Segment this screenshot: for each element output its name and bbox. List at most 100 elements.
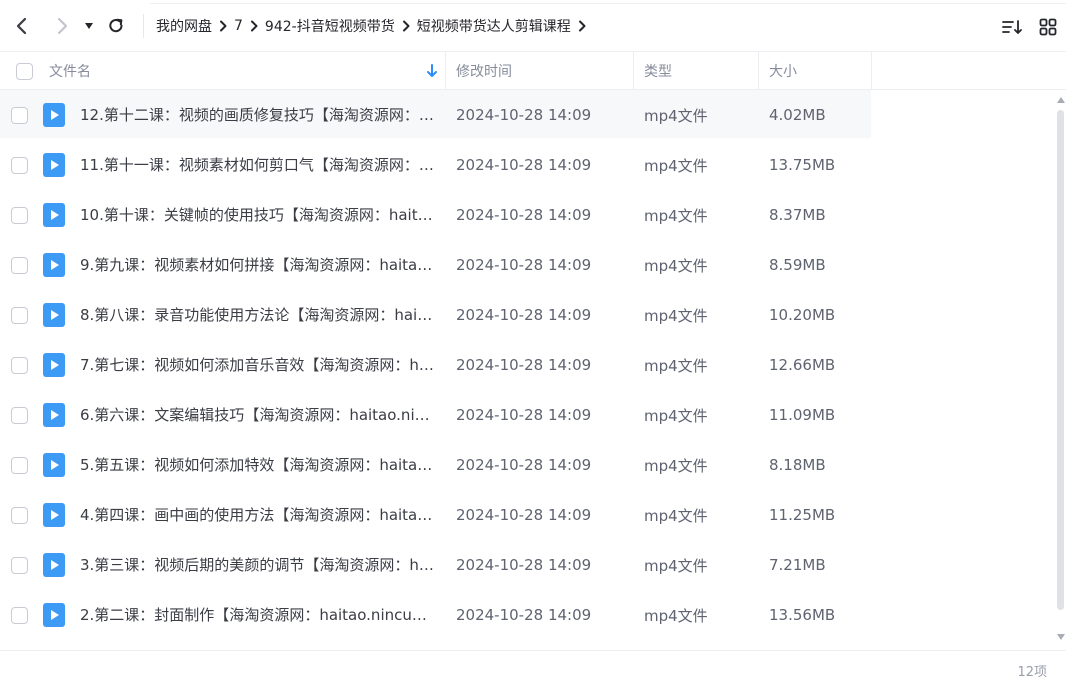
file-name[interactable]: 7.第七课：视频如何添加音乐音效【海淘资源网：haitao.nincuo <box>80 340 435 390</box>
file-name[interactable]: 6.第六课：文案编辑技巧【海淘资源网：haitao.nincuo.com】 <box>80 390 435 440</box>
file-name[interactable]: 9.第九课：视频素材如何拼接【海淘资源网：haitao.nincuo <box>80 240 435 290</box>
file-size: 11.09MB <box>769 406 836 424</box>
row-checkbox[interactable] <box>11 456 28 474</box>
grid-view-button[interactable] <box>1037 16 1059 38</box>
file-row[interactable]: 10.第十课：关键帧的使用技巧【海淘资源网：haitao.nincuo 2024… <box>0 190 1056 240</box>
column-header-type-label: 类型 <box>644 64 672 80</box>
video-file-icon <box>43 253 65 277</box>
row-checkbox[interactable] <box>11 406 28 424</box>
file-name[interactable]: 2.第二课：封面制作【海淘资源网：haitao.nincuo.com】 <box>80 590 435 640</box>
row-checkbox[interactable] <box>11 556 28 574</box>
file-row[interactable]: 5.第五课：视频如何添加特效【海淘资源网：haitao.nincuo 2024-… <box>0 440 1056 490</box>
row-checkbox[interactable] <box>11 506 28 524</box>
column-header-size-label: 大小 <box>769 64 797 80</box>
file-size: 13.75MB <box>769 156 836 174</box>
column-header-name[interactable]: 文件名 <box>49 52 445 90</box>
scroll-up-arrow-icon[interactable] <box>1057 96 1065 104</box>
file-modified-time: 2024-10-28 14:09 <box>456 456 592 474</box>
file-row[interactable]: 6.第六课：文案编辑技巧【海淘资源网：haitao.nincuo.com】 20… <box>0 390 1056 440</box>
file-type: mp4文件 <box>644 506 708 525</box>
file-row[interactable]: 2.第二课：封面制作【海淘资源网：haitao.nincuo.com】 2024… <box>0 590 1056 640</box>
file-modified-time: 2024-10-28 14:09 <box>456 256 592 274</box>
file-row[interactable]: 8.第八课：录音功能使用方法论【海淘资源网：haitao.nincuo 2024… <box>0 290 1056 340</box>
file-modified-time: 2024-10-28 14:09 <box>456 106 592 124</box>
breadcrumb-item-root[interactable]: 我的网盘 <box>156 16 212 36</box>
item-count: 12项 <box>1017 665 1047 680</box>
forward-button[interactable] <box>50 14 74 38</box>
sort-icon <box>1002 20 1022 34</box>
scrollbar-thumb[interactable] <box>1057 110 1064 610</box>
column-divider[interactable] <box>445 52 446 90</box>
breadcrumb-separator-icon <box>243 20 265 32</box>
row-checkbox[interactable] <box>11 106 28 124</box>
row-checkbox[interactable] <box>11 606 28 624</box>
file-row[interactable]: 3.第三课：视频后期的美颜的调节【海淘资源网：haitao.nincuo 202… <box>0 540 1056 590</box>
toolbar-top-divider <box>150 3 1066 4</box>
file-type: mp4文件 <box>644 206 708 225</box>
row-checkbox[interactable] <box>11 156 28 174</box>
file-name[interactable]: 8.第八课：录音功能使用方法论【海淘资源网：haitao.nincuo <box>80 290 435 340</box>
scroll-down-arrow-icon[interactable] <box>1057 633 1065 641</box>
file-modified-time: 2024-10-28 14:09 <box>456 356 592 374</box>
back-button[interactable] <box>10 14 34 38</box>
sort-descending-icon[interactable] <box>426 64 438 78</box>
file-name[interactable]: 5.第五课：视频如何添加特效【海淘资源网：haitao.nincuo <box>80 440 435 490</box>
column-divider[interactable] <box>633 52 634 90</box>
video-file-icon <box>43 403 65 427</box>
column-divider[interactable] <box>758 52 759 90</box>
sort-button[interactable] <box>1001 16 1023 38</box>
file-type: mp4文件 <box>644 456 708 475</box>
row-checkbox[interactable] <box>11 306 28 324</box>
column-divider[interactable] <box>871 52 872 90</box>
column-header-type[interactable]: 类型 <box>644 52 672 90</box>
row-checkbox[interactable] <box>11 256 28 274</box>
file-type: mp4文件 <box>644 256 708 275</box>
select-all-checkbox[interactable] <box>16 62 33 80</box>
column-header-size[interactable]: 大小 <box>769 52 797 90</box>
file-type: mp4文件 <box>644 156 708 175</box>
video-file-icon <box>43 103 65 127</box>
file-row[interactable]: 11.第十一课：视频素材如何剪口气【海淘资源网：haitao.ninc 2024… <box>0 140 1056 190</box>
caret-down-icon <box>85 23 93 29</box>
file-name[interactable]: 12.第十二课：视频的画质修复技巧【海淘资源网：haitao.ninc <box>80 90 435 140</box>
breadcrumb-separator-icon <box>212 20 234 32</box>
history-dropdown-button[interactable] <box>79 14 99 38</box>
file-row[interactable]: 4.第四课：画中画的使用方法【海淘资源网：haitao.nincuo 2024-… <box>0 490 1056 540</box>
video-file-icon <box>43 153 65 177</box>
status-bar: 12项 <box>0 650 1066 682</box>
column-header-modified-label: 修改时间 <box>456 64 512 80</box>
breadcrumb-item-folder[interactable]: 7 <box>234 18 243 34</box>
refresh-button[interactable] <box>104 14 128 38</box>
breadcrumb: 我的网盘 7 942-抖音短视频带货 短视频带货达人剪辑课程 <box>156 16 593 36</box>
video-file-icon <box>43 303 65 327</box>
file-row[interactable]: 7.第七课：视频如何添加音乐音效【海淘资源网：haitao.nincuo 202… <box>0 340 1056 390</box>
file-name[interactable]: 10.第十课：关键帧的使用技巧【海淘资源网：haitao.nincuo <box>80 190 435 240</box>
breadcrumb-item-current[interactable]: 短视频带货达人剪辑课程 <box>417 16 571 36</box>
row-checkbox[interactable] <box>11 356 28 374</box>
file-name[interactable]: 4.第四课：画中画的使用方法【海淘资源网：haitao.nincuo <box>80 490 435 540</box>
video-file-icon <box>43 353 65 377</box>
file-row[interactable]: 12.第十二课：视频的画质修复技巧【海淘资源网：haitao.ninc 2024… <box>0 90 1056 140</box>
file-row[interactable]: 9.第九课：视频素材如何拼接【海淘资源网：haitao.nincuo 2024-… <box>0 240 1056 290</box>
file-type: mp4文件 <box>644 356 708 375</box>
file-type: mp4文件 <box>644 306 708 325</box>
column-header-modified[interactable]: 修改时间 <box>456 52 512 90</box>
file-modified-time: 2024-10-28 14:09 <box>456 506 592 524</box>
toolbar: 我的网盘 7 942-抖音短视频带货 短视频带货达人剪辑课程 <box>0 0 1066 52</box>
column-header-name-label: 文件名 <box>49 64 91 80</box>
chevron-left-icon <box>16 17 27 35</box>
refresh-icon <box>109 18 123 33</box>
file-type: mp4文件 <box>644 606 708 625</box>
breadcrumb-item-folder[interactable]: 942-抖音短视频带货 <box>265 16 395 36</box>
file-name[interactable]: 11.第十一课：视频素材如何剪口气【海淘资源网：haitao.ninc <box>80 140 435 190</box>
row-checkbox[interactable] <box>11 206 28 224</box>
file-size: 7.21MB <box>769 556 826 574</box>
breadcrumb-expand-icon[interactable] <box>571 20 593 32</box>
file-modified-time: 2024-10-28 14:09 <box>456 606 592 624</box>
breadcrumb-separator-icon <box>395 20 417 32</box>
file-name[interactable]: 3.第三课：视频后期的美颜的调节【海淘资源网：haitao.nincuo <box>80 540 435 590</box>
vertical-scrollbar[interactable] <box>1055 90 1066 650</box>
file-size: 11.25MB <box>769 506 836 524</box>
video-file-icon <box>43 203 65 227</box>
select-all-checkbox-cell <box>16 52 33 90</box>
